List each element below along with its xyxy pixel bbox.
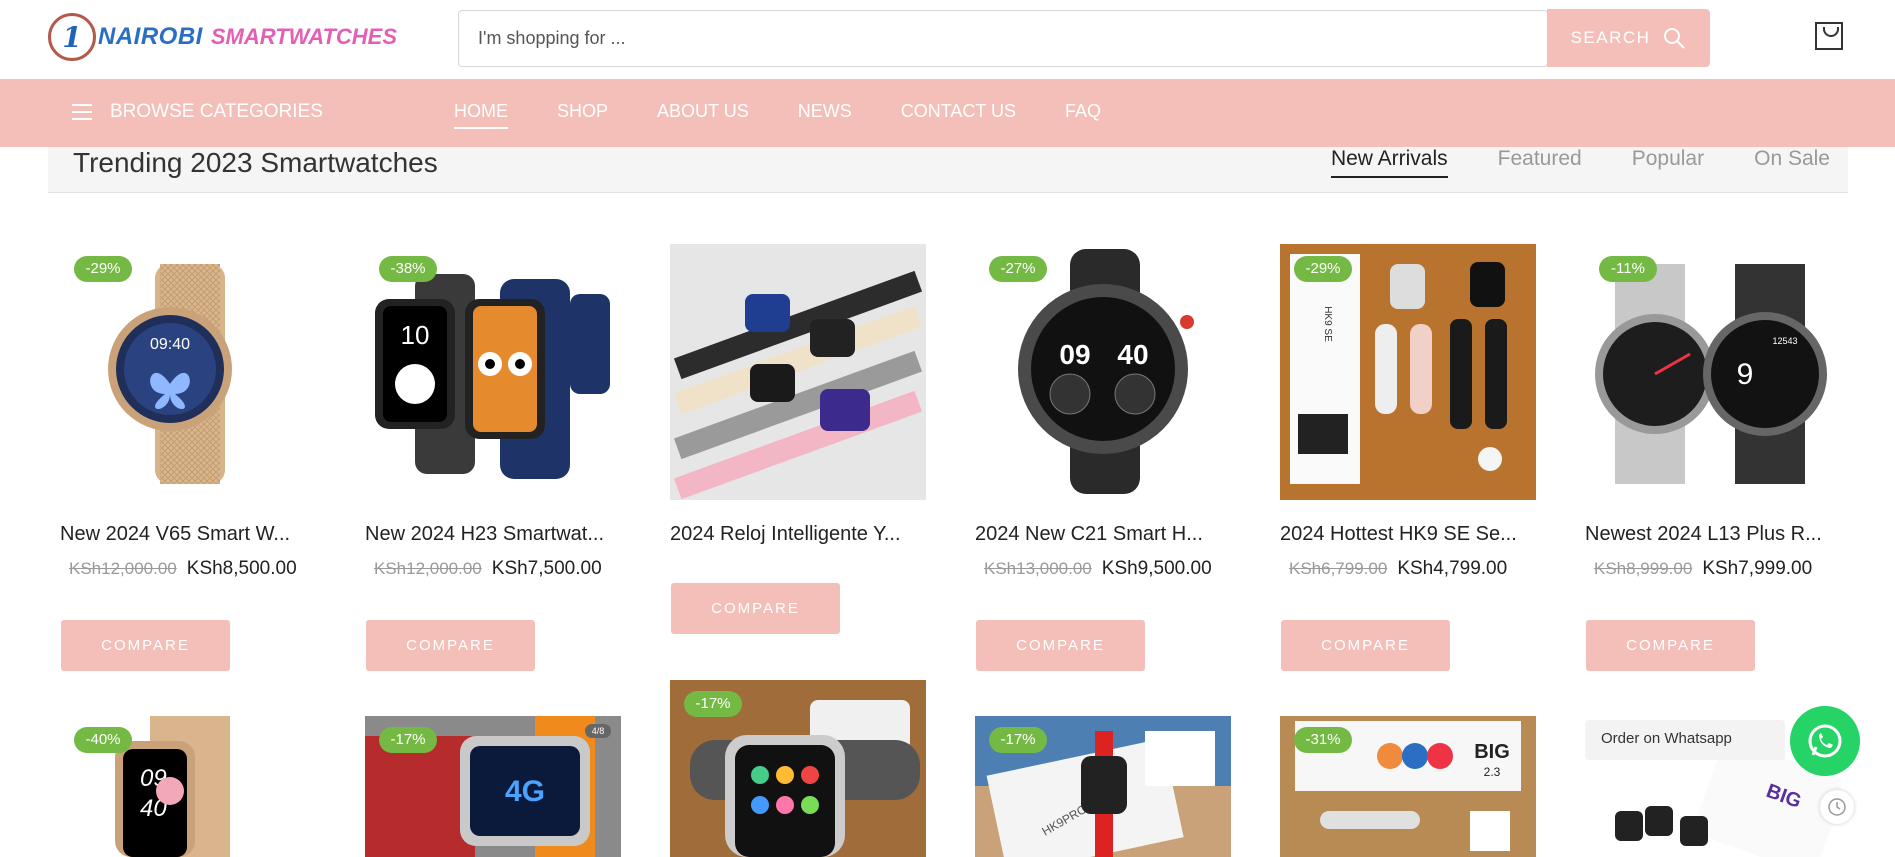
svg-text:4G: 4G <box>505 775 545 808</box>
product-title[interactable]: New 2024 V65 Smart W... <box>60 523 310 546</box>
nav-item-about-us[interactable]: ABOUT US <box>657 101 749 129</box>
sale-price: KSh8,500.00 <box>186 558 297 579</box>
nav-item-contact-us[interactable]: CONTACT US <box>901 101 1016 129</box>
site-logo[interactable]: 1 NAIROBI SMARTWATCHES <box>48 13 397 61</box>
discount-badge: -31% <box>1294 727 1352 753</box>
compare-button[interactable]: COMPARE <box>61 620 230 671</box>
nav-item-news[interactable]: NEWS <box>798 101 852 129</box>
svg-text:40: 40 <box>1117 339 1148 370</box>
product-title[interactable]: 2024 Reloj Intelligente Y... <box>670 523 920 546</box>
discount-badge: -17% <box>989 727 1047 753</box>
product-title[interactable]: 2024 Hottest HK9 SE Se... <box>1280 523 1530 546</box>
product-image[interactable]: 10 <box>365 244 621 500</box>
watch-illustration: 09 40 <box>1018 249 1194 494</box>
main-navbar: BROWSE CATEGORIES HOME SHOP ABOUT US NEW… <box>0 79 1895 147</box>
product-image[interactable]: 09 40 <box>975 244 1231 500</box>
watch-illustration: 10 <box>375 274 610 479</box>
product-price: KSh8,999.00 KSh7,999.00 <box>1594 558 1812 580</box>
nav-item-shop[interactable]: SHOP <box>557 101 608 129</box>
search-button-label: SEARCH <box>1570 28 1651 47</box>
product-title[interactable]: Newest 2024 L13 Plus R... <box>1585 523 1835 546</box>
nav-item-home[interactable]: HOME <box>454 101 508 129</box>
svg-text:BIG: BIG <box>1474 741 1510 763</box>
product-title[interactable]: 2024 New C21 Smart H... <box>975 523 1225 546</box>
svg-text:2.3: 2.3 <box>1484 765 1501 779</box>
whatsapp-order-label[interactable]: Order on Whatsapp <box>1585 720 1785 760</box>
sale-price: KSh7,999.00 <box>1702 558 1813 579</box>
search-input[interactable] <box>459 11 1549 66</box>
top-bar: 1 NAIROBI SMARTWATCHES SEARCH <box>0 0 1895 79</box>
svg-text:4/8: 4/8 <box>592 726 605 736</box>
browse-categories-button[interactable]: BROWSE CATEGORIES <box>72 101 323 123</box>
tab-on-sale[interactable]: On Sale <box>1754 147 1830 178</box>
compare-button[interactable]: COMPARE <box>671 583 840 634</box>
old-price: KSh12,000.00 <box>374 559 482 578</box>
product-image[interactable]: 9 12543 <box>1585 244 1841 500</box>
watch-illustration: 9 12543 <box>1595 264 1827 484</box>
sale-price: KSh4,799.00 <box>1397 558 1508 579</box>
old-price: KSh12,000.00 <box>69 559 177 578</box>
product-price: KSh13,000.00 KSh9,500.00 <box>984 558 1212 580</box>
svg-text:HK9 SE: HK9 SE <box>1322 306 1333 342</box>
discount-badge: -17% <box>684 691 742 717</box>
compare-button[interactable]: COMPARE <box>1281 620 1450 671</box>
old-price: KSh13,000.00 <box>984 559 1092 578</box>
search-box <box>458 10 1549 67</box>
old-price: KSh6,799.00 <box>1289 559 1388 578</box>
discount-badge: -29% <box>1294 256 1352 282</box>
browse-categories-label: BROWSE CATEGORIES <box>110 101 323 122</box>
svg-text:9: 9 <box>1737 358 1754 391</box>
discount-badge: -11% <box>1599 256 1657 282</box>
product-title[interactable]: New 2024 H23 Smartwat... <box>365 523 615 546</box>
logo-text-nairobi: NAIROBI <box>98 23 203 50</box>
compare-button[interactable]: COMPARE <box>976 620 1145 671</box>
nav-item-faq[interactable]: FAQ <box>1065 101 1101 129</box>
section-title: Trending 2023 Smartwatches <box>73 147 438 178</box>
svg-text:09: 09 <box>1059 339 1090 370</box>
list-icon <box>72 104 92 120</box>
nav-menu: HOME SHOP ABOUT US NEWS CONTACT US FAQ <box>454 101 1150 129</box>
product-price: KSh12,000.00 KSh8,500.00 <box>69 558 297 580</box>
whatsapp-icon <box>1808 724 1842 758</box>
sale-price: KSh9,500.00 <box>1101 558 1212 579</box>
discount-badge: -27% <box>989 256 1047 282</box>
tab-featured[interactable]: Featured <box>1498 147 1582 178</box>
watch-illustration: HK9 SE <box>1280 244 1536 500</box>
compare-button[interactable]: COMPARE <box>1586 620 1755 671</box>
old-price: KSh8,999.00 <box>1594 559 1693 578</box>
section-header: Trending 2023 Smartwatches New Arrivals … <box>48 147 1848 193</box>
discount-badge: -29% <box>74 256 132 282</box>
product-image[interactable]: 09:40 <box>60 244 316 500</box>
sale-price: KSh7,500.00 <box>491 558 602 579</box>
product-tabs: New Arrivals Featured Popular On Sale <box>1281 147 1830 178</box>
tab-popular[interactable]: Popular <box>1632 147 1704 178</box>
discount-badge: -17% <box>379 727 437 753</box>
cart-icon[interactable] <box>1815 22 1843 50</box>
svg-text:10: 10 <box>401 320 430 350</box>
search-button[interactable]: SEARCH <box>1547 9 1710 67</box>
svg-text:09:40: 09:40 <box>150 336 190 353</box>
watch-illustration: 09:40 <box>108 264 232 484</box>
whatsapp-button[interactable] <box>1790 706 1860 776</box>
logo-mark: 1 <box>48 13 96 61</box>
svg-text:12543: 12543 <box>1772 336 1797 346</box>
tab-new-arrivals[interactable]: New Arrivals <box>1330 147 1448 178</box>
clock-icon <box>1828 798 1846 816</box>
watch-illustration <box>670 244 926 500</box>
logo-text-smartwatches: SMARTWATCHES <box>210 24 398 49</box>
history-button[interactable] <box>1820 790 1854 824</box>
compare-button[interactable]: COMPARE <box>366 620 535 671</box>
discount-badge: -38% <box>379 256 437 282</box>
product-image[interactable] <box>670 244 926 500</box>
product-price: KSh6,799.00 KSh4,799.00 <box>1289 558 1507 580</box>
discount-badge: -40% <box>74 727 132 753</box>
product-image[interactable]: HK9 SE <box>1280 244 1536 500</box>
search-icon <box>1664 28 1686 49</box>
product-price: KSh12,000.00 KSh7,500.00 <box>374 558 602 580</box>
